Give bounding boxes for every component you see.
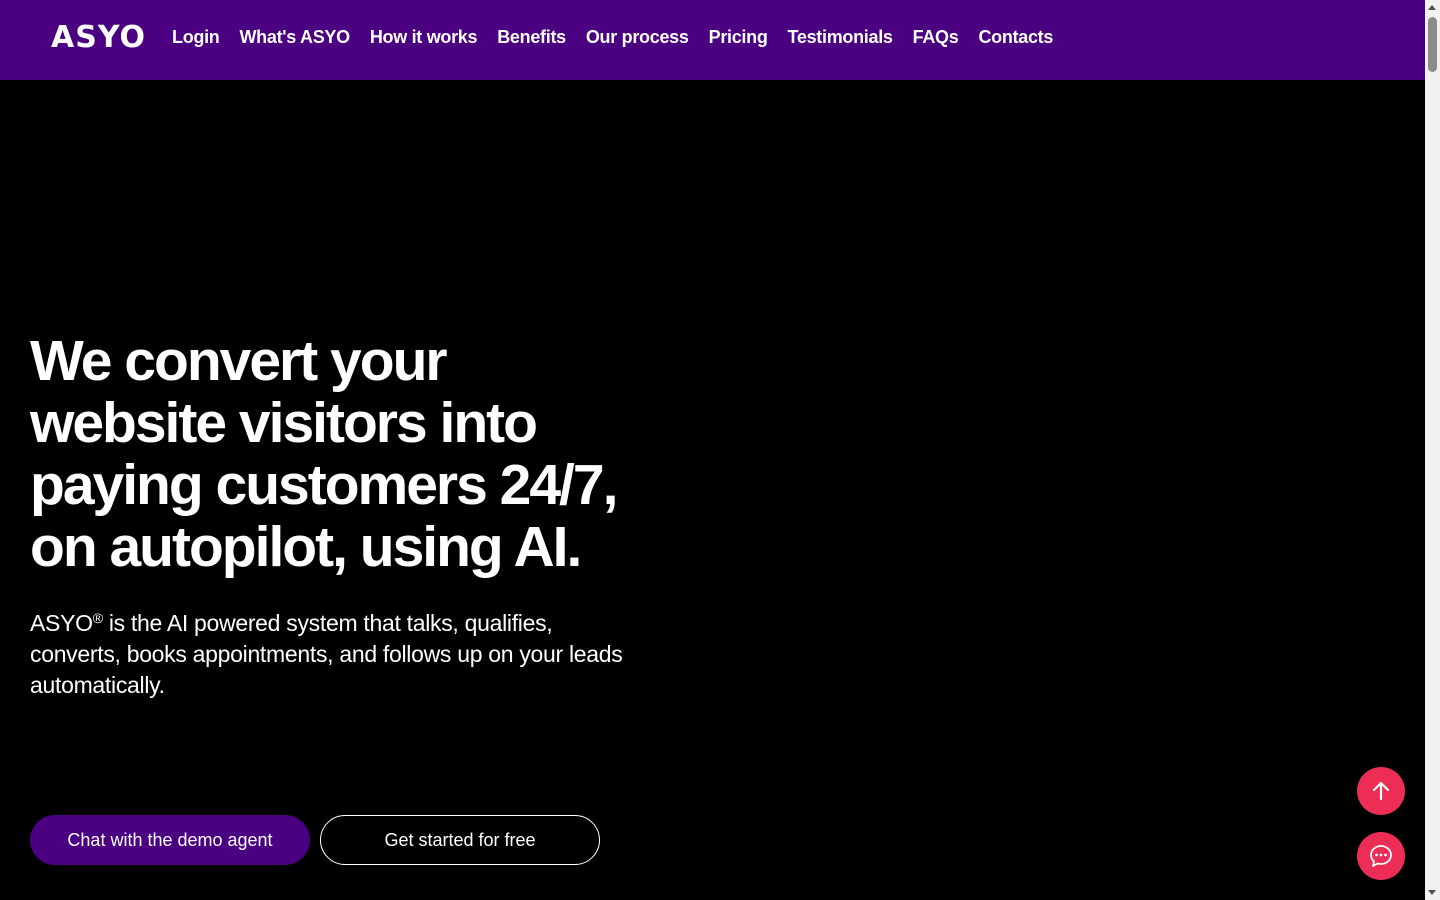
page: ASYO Login What's ASYO How it works Bene…	[0, 0, 1440, 900]
scroll-down-arrow-icon[interactable]	[1428, 890, 1436, 895]
scroll-up-arrow-icon[interactable]	[1428, 5, 1436, 10]
subtitle-brand: ASYO	[30, 610, 93, 636]
nav-pricing[interactable]: Pricing	[709, 27, 768, 48]
top-navbar: ASYO Login What's ASYO How it works Bene…	[0, 0, 1425, 80]
scroll-to-top-button[interactable]	[1357, 767, 1405, 815]
chat-demo-button[interactable]: Chat with the demo agent	[30, 815, 310, 865]
nav-how-it-works[interactable]: How it works	[370, 27, 478, 48]
subtitle-text: is the AI powered system that talks, qua…	[30, 610, 623, 698]
nav-login[interactable]: Login	[172, 27, 220, 48]
nav-faqs[interactable]: FAQs	[913, 27, 959, 48]
nav-our-process[interactable]: Our process	[586, 27, 689, 48]
registered-mark: ®	[92, 610, 103, 626]
vertical-scrollbar[interactable]	[1425, 0, 1440, 900]
logo[interactable]: ASYO	[51, 20, 146, 55]
scroll-thumb[interactable]	[1428, 17, 1437, 72]
chat-widget-button[interactable]	[1357, 832, 1405, 880]
nav-testimonials[interactable]: Testimonials	[788, 27, 893, 48]
nav-whats-asyo[interactable]: What's ASYO	[239, 27, 350, 48]
hero-subtitle: ASYO® is the AI powered system that talk…	[30, 603, 640, 701]
arrow-up-icon	[1372, 781, 1390, 801]
hero-title: We convert your website visitors into pa…	[30, 329, 618, 579]
nav-benefits[interactable]: Benefits	[497, 27, 566, 48]
get-started-button[interactable]: Get started for free	[320, 815, 600, 865]
chat-bubble-icon	[1370, 845, 1392, 867]
main-nav: Login What's ASYO How it works Benefits …	[172, 27, 1053, 48]
nav-contacts[interactable]: Contacts	[978, 27, 1053, 48]
